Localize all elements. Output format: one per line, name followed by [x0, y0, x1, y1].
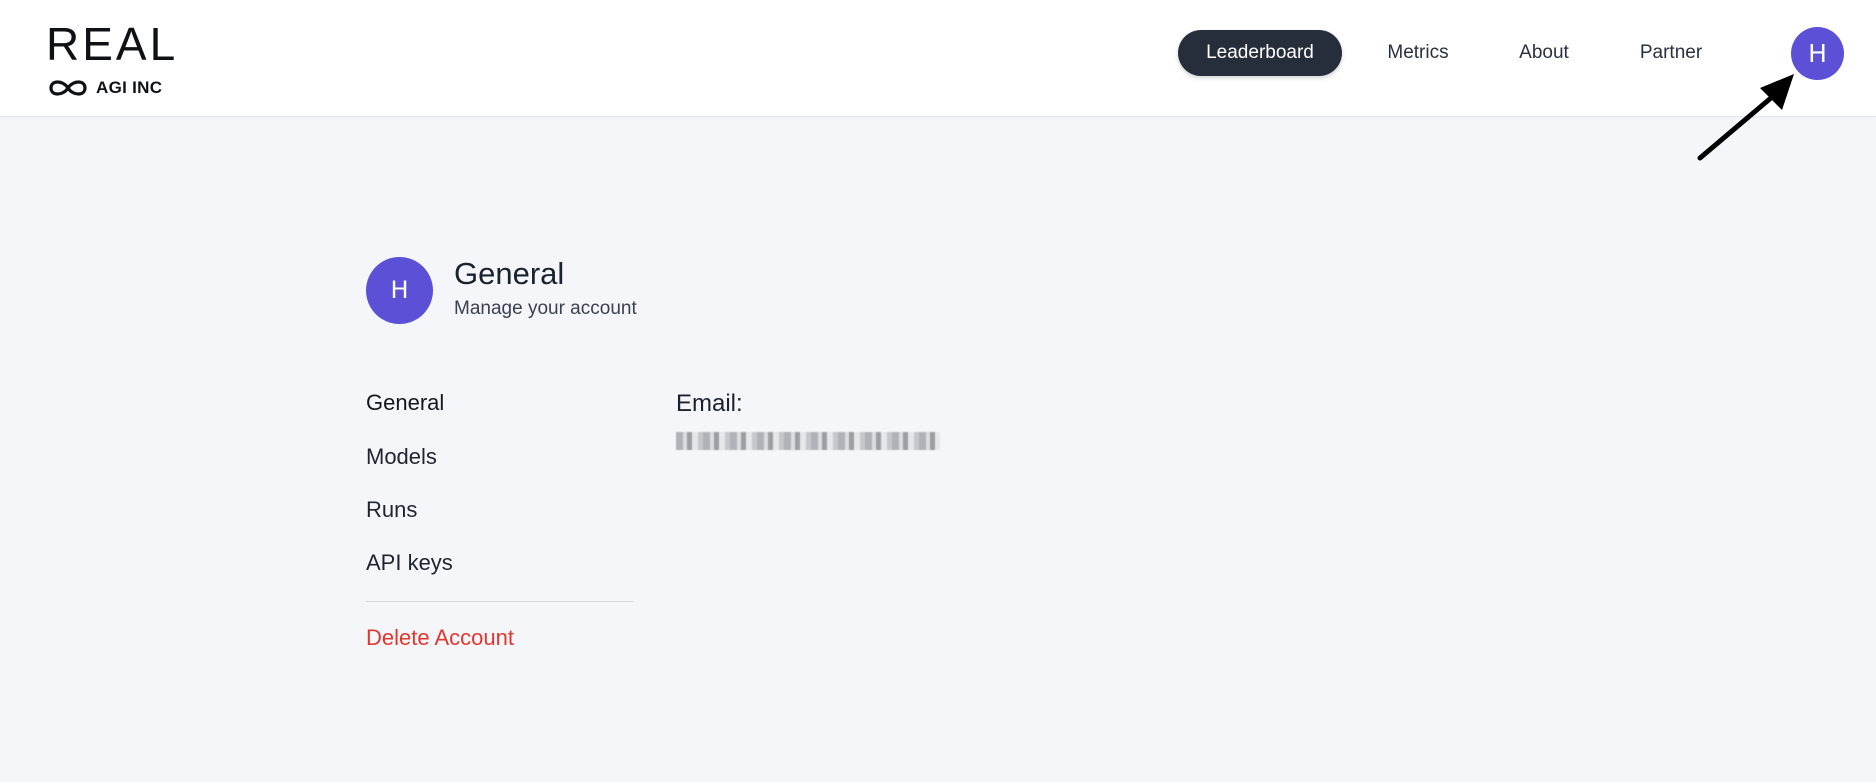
- email-value-redacted: [676, 432, 940, 450]
- profile-avatar: H: [366, 257, 433, 324]
- page-subtitle: Manage your account: [454, 298, 637, 319]
- brand-name: REAL: [46, 18, 179, 70]
- sidebar-divider: [366, 601, 633, 602]
- infinity-icon: [49, 80, 87, 96]
- page-title: General: [454, 256, 565, 291]
- sidebar-item-general[interactable]: General: [366, 390, 444, 416]
- delete-account-button[interactable]: Delete Account: [366, 625, 514, 651]
- sidebar-item-runs[interactable]: Runs: [366, 497, 417, 523]
- top-navigation-bar: REAL AGI INC Leaderboard Metrics About P…: [0, 0, 1876, 117]
- company-name: AGI INC: [96, 78, 163, 97]
- sidebar-item-api-keys[interactable]: API keys: [366, 550, 453, 576]
- sidebar-item-models[interactable]: Models: [366, 444, 437, 470]
- brand-company: AGI INC: [46, 76, 162, 100]
- email-label: Email:: [676, 390, 743, 417]
- nav-leaderboard[interactable]: Leaderboard: [1178, 30, 1342, 76]
- brand-logo[interactable]: REAL AGI INC: [46, 18, 196, 104]
- nav-about[interactable]: About: [1508, 30, 1580, 76]
- nav-metrics[interactable]: Metrics: [1372, 30, 1464, 76]
- pointer-arrow-icon: [1697, 74, 1794, 161]
